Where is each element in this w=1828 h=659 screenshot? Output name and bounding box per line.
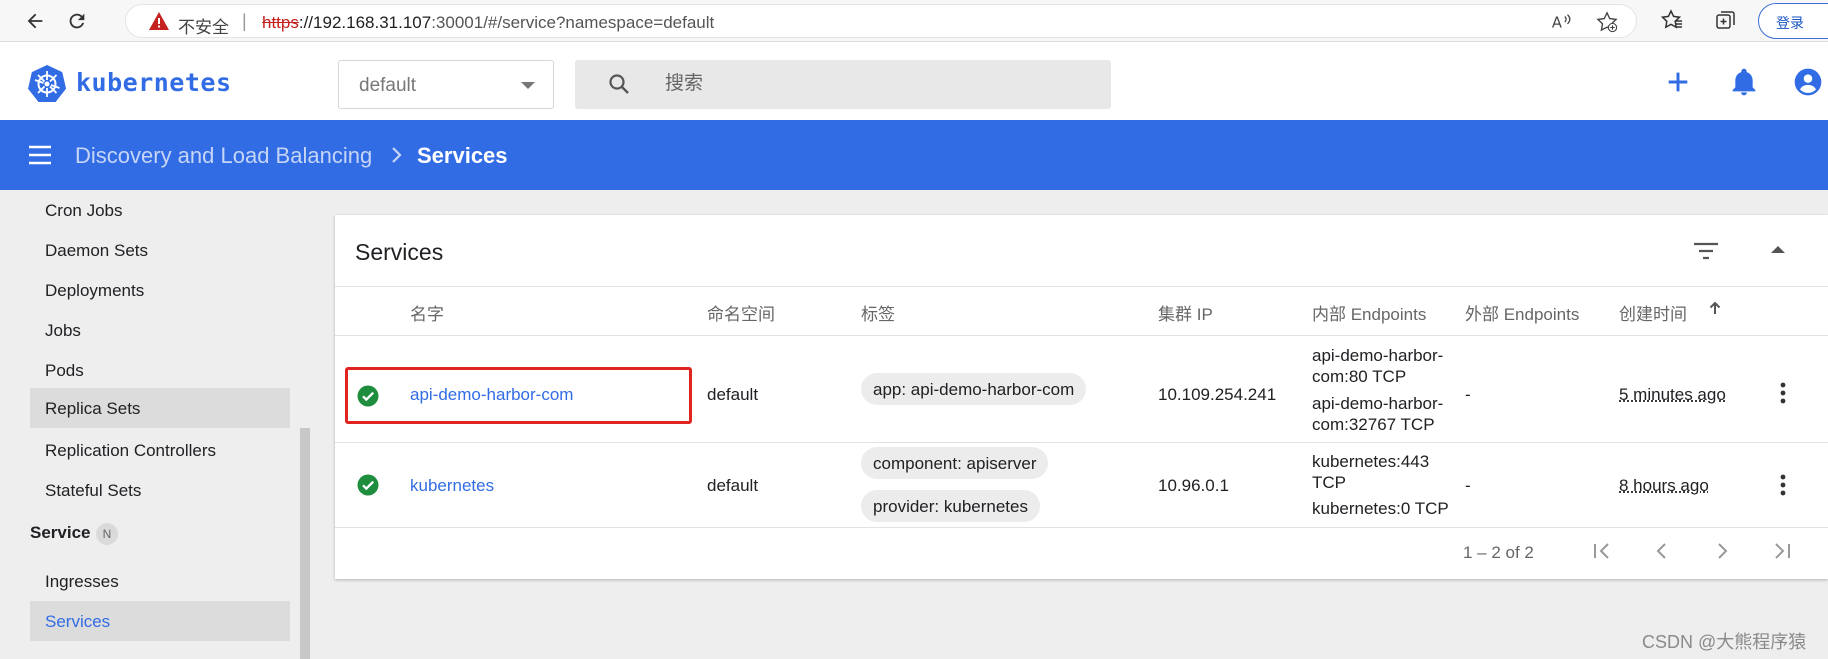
external-endpoints: - — [1465, 385, 1471, 404]
column-header-created[interactable]: 创建时间 — [1619, 300, 1687, 325]
endpoint-line: com:32767 TCP — [1312, 415, 1435, 434]
sidebar-section-service[interactable]: Service — [30, 523, 91, 543]
divider — [335, 527, 1828, 528]
url-path: :30001/#/service?namespace=default — [431, 13, 715, 32]
sidebar-item-pods[interactable]: Pods — [30, 350, 290, 390]
sidebar-scrollbar[interactable] — [300, 428, 310, 659]
annotation-highlight-box — [345, 367, 692, 424]
read-aloud-icon[interactable]: A — [1551, 11, 1573, 38]
divider — [335, 286, 1828, 287]
cluster-ip: 10.96.0.1 — [1158, 476, 1229, 495]
sidebar-item-replica-sets[interactable]: Replica Sets — [30, 388, 290, 428]
login-button[interactable]: 登录 — [1758, 3, 1828, 39]
bell-icon[interactable] — [1728, 66, 1760, 103]
url-host: ://192.168.31.107 — [298, 13, 432, 32]
search-icon — [607, 72, 631, 101]
collections-icon[interactable] — [1714, 8, 1738, 37]
search-box[interactable] — [575, 60, 1111, 109]
endpoint-line: kubernetes:443 — [1312, 452, 1430, 471]
menu-icon[interactable] — [28, 144, 52, 171]
search-input[interactable] — [665, 66, 1085, 102]
services-card: Services 名字 命名空间 标签 集群 IP 内部 Endpoints 外… — [335, 215, 1828, 579]
first-page-icon[interactable] — [1590, 539, 1614, 568]
column-header-namespace: 命名空间 — [707, 305, 775, 324]
internal-endpoint: kubernetes:443 TCP — [1312, 451, 1429, 493]
url-text: https://192.168.31.107:30001/#/service?n… — [262, 13, 714, 33]
column-header-internal-endpoints: 内部 Endpoints — [1312, 305, 1427, 324]
service-namespace: default — [707, 385, 759, 404]
sidebar-item-ingresses[interactable]: Ingresses — [30, 561, 290, 601]
column-header-name[interactable]: 名字 — [410, 300, 444, 325]
address-bar[interactable]: 不安全 | https://192.168.31.107:30001/#/ser… — [125, 4, 1637, 38]
helm-logo-icon[interactable] — [28, 64, 67, 107]
sidebar-item-deployments[interactable]: Deployments — [30, 270, 290, 310]
divider — [335, 442, 1828, 443]
check-circle-icon — [357, 474, 379, 501]
internal-endpoint: api-demo-harbor-com:32767 TCP — [1312, 393, 1443, 435]
external-endpoints: - — [1465, 476, 1471, 495]
sidebar-item-cron-jobs[interactable]: Cron Jobs — [30, 190, 290, 230]
app-header: kubernetes default — [0, 42, 1828, 120]
endpoint-line: kubernetes:0 TCP — [1312, 499, 1449, 518]
label-chip: component: apiserver — [861, 447, 1049, 479]
warning-icon — [149, 12, 169, 35]
divider — [335, 335, 1828, 336]
favorite-add-icon[interactable] — [1596, 11, 1618, 38]
endpoint-line: api-demo-harbor- — [1312, 394, 1444, 413]
service-namespace: default — [707, 476, 759, 495]
breadcrumb-current: Services — [417, 143, 508, 168]
sidebar-item-stateful-sets[interactable]: Stateful Sets — [30, 470, 290, 510]
browser-toolbar: 不安全 | https://192.168.31.107:30001/#/ser… — [0, 0, 1828, 42]
label-chip: provider: kubernetes — [861, 490, 1040, 522]
back-icon[interactable] — [20, 6, 50, 36]
label-chip: app: api-demo-harbor-com — [861, 373, 1087, 405]
chevron-right-icon — [390, 146, 404, 169]
endpoint-line: api-demo-harbor- — [1312, 346, 1444, 365]
sidebar-item-replication-controllers[interactable]: Replication Controllers — [30, 430, 290, 470]
internal-endpoint: api-demo-harbor-com:80 TCP — [1312, 345, 1443, 387]
card-title: Services — [355, 239, 444, 265]
namespaced-badge: N — [96, 523, 118, 545]
reload-icon[interactable] — [62, 6, 92, 36]
sidebar-item-jobs[interactable]: Jobs — [30, 310, 290, 350]
last-page-icon[interactable] — [1770, 539, 1794, 568]
sidebar-item-daemon-sets[interactable]: Daemon Sets — [30, 230, 290, 270]
endpoint-line: com:80 TCP — [1312, 367, 1407, 386]
account-icon[interactable] — [1792, 66, 1824, 103]
column-header-labels: 标签 — [861, 305, 895, 324]
namespace-select[interactable]: default — [338, 60, 554, 109]
pagination-range: 1 – 2 of 2 — [1463, 543, 1534, 562]
security-label: 不安全 — [178, 18, 229, 37]
created-time: 8 hours ago — [1619, 476, 1709, 495]
cluster-ip: 10.109.254.241 — [1158, 385, 1277, 404]
breadcrumb-parent[interactable]: Discovery and Load Balancing — [75, 143, 372, 169]
sidebar-item-services[interactable]: Services — [30, 601, 290, 641]
sidebar: Cron Jobs Daemon Sets Deployments Jobs P… — [0, 190, 310, 659]
more-vert-icon[interactable] — [1779, 473, 1787, 502]
logo-text[interactable]: kubernetes — [76, 68, 232, 97]
chevron-down-icon — [521, 82, 535, 89]
url-scheme: https — [262, 13, 299, 32]
add-icon[interactable] — [1662, 66, 1694, 103]
internal-endpoint: kubernetes:0 TCP — [1312, 498, 1449, 519]
next-page-icon[interactable] — [1710, 539, 1734, 568]
filter-icon[interactable] — [1693, 241, 1719, 266]
prev-page-icon[interactable] — [1650, 539, 1674, 568]
watermark: CSDN @大熊程序猿 — [1642, 632, 1807, 652]
service-name-link[interactable]: kubernetes — [410, 476, 494, 496]
sort-arrow-up-icon[interactable] — [1707, 300, 1723, 321]
more-vert-icon[interactable] — [1779, 381, 1787, 410]
omnibox-separator: | — [242, 11, 247, 31]
namespace-value: default — [359, 75, 417, 96]
breadcrumb-bar: Discovery and Load Balancing Services — [0, 120, 1828, 190]
collapse-icon[interactable] — [1771, 246, 1785, 253]
created-time: 5 minutes ago — [1619, 385, 1726, 404]
column-header-external-endpoints: 外部 Endpoints — [1465, 305, 1580, 324]
endpoint-line: TCP — [1312, 473, 1346, 492]
favorites-icon[interactable] — [1660, 8, 1684, 37]
svg-text:A: A — [1552, 15, 1562, 32]
column-header-cluster-ip: 集群 IP — [1158, 305, 1213, 324]
